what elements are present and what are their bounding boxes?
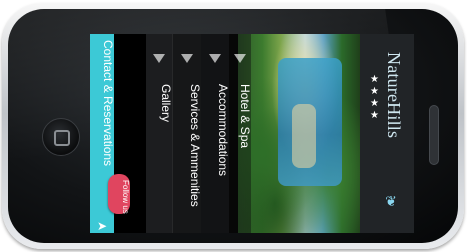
menu-arrow-icon [153,54,165,63]
menu-arrow-icon [209,54,221,63]
menu-item-accommodations[interactable]: Accommodations [200,34,229,233]
contact-label: Contact & Reservations [101,40,115,167]
earpiece-speaker [429,105,439,165]
leaf-logo-icon: ❦ [385,193,397,209]
home-button-icon[interactable] [42,118,80,156]
menu-item-gallery[interactable]: Gallery [146,34,172,233]
menu-item-hotel-spa[interactable]: Hotel & Spa [228,34,251,233]
menu-arrow-icon [181,54,193,63]
menu-arrow-icon [234,54,246,63]
menu-item-label: Accommodations [216,84,229,177]
menu-item-services[interactable]: Services & Ammenities [172,34,201,233]
iphone-device: NatureHills ★★★★ ❦ Hotel & Spa Accommoda… [2,3,464,249]
bird-icon: ➤ [96,219,108,233]
sunlight-reflection [292,104,316,168]
brand-stars: ★★★★ [369,74,380,122]
menu-item-label: Services & Ammenities [188,84,201,207]
device-face: NatureHills ★★★★ ❦ Hotel & Spa Accommoda… [8,9,458,243]
follow-us-button[interactable]: Follow us [108,174,130,214]
follow-us-label: Follow us [121,180,130,214]
menu-item-label: Gallery [159,84,172,123]
app-screen: NatureHills ★★★★ ❦ Hotel & Spa Accommoda… [90,34,414,233]
menu-item-label: Hotel & Spa [238,84,251,149]
brand-name: NatureHills [384,52,404,139]
